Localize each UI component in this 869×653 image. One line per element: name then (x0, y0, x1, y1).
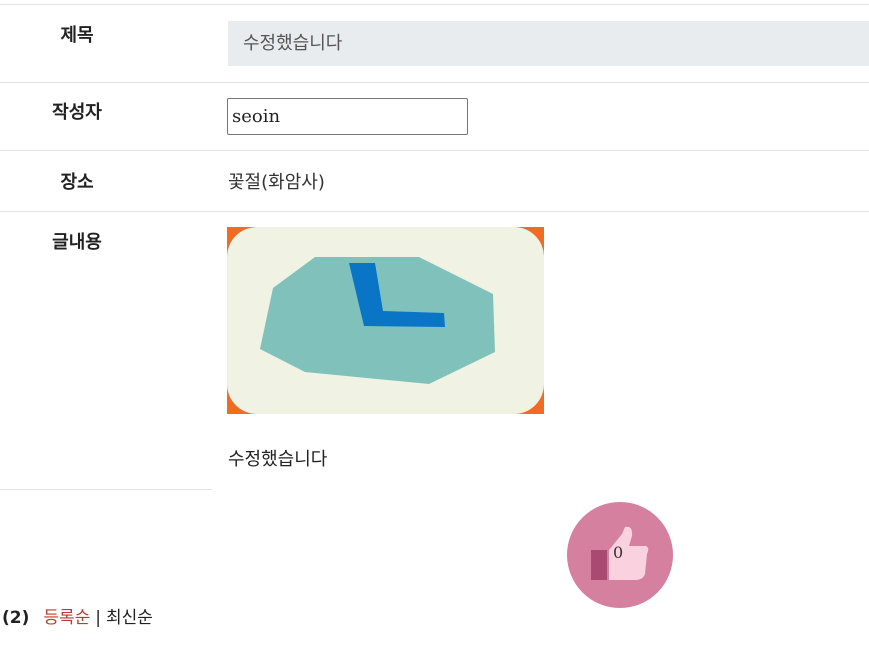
row-divider (0, 82, 869, 83)
title-field: 수정했습니다 (228, 21, 869, 66)
like-count: 0 (613, 543, 624, 562)
author-input[interactable] (227, 98, 468, 135)
sort-latest-link[interactable]: 최신순 (106, 608, 153, 628)
like-button[interactable]: 0 (567, 502, 673, 608)
post-detail-page: 제목 수정했습니다 작성자 장소 꽃절(화암사) 글내용 수정했습니다 0 (2… (0, 0, 869, 653)
content-label: 글내용 (52, 232, 102, 253)
content-image (227, 227, 544, 414)
place-value: 꽃절(화암사) (228, 172, 325, 193)
sort-separator: | (95, 608, 102, 628)
author-label: 작성자 (52, 102, 102, 123)
title-label: 제목 (60, 25, 94, 46)
comment-sort-bar: (2) 등록순 | 최신순 (2, 603, 153, 628)
row-divider (0, 211, 869, 212)
row-divider (0, 4, 869, 5)
comment-count: (2) (2, 608, 30, 628)
place-label: 장소 (60, 172, 94, 193)
sort-registered-link[interactable]: 등록순 (43, 608, 90, 628)
content-text: 수정했습니다 (228, 449, 328, 470)
row-divider (0, 150, 869, 151)
row-divider (0, 489, 212, 490)
